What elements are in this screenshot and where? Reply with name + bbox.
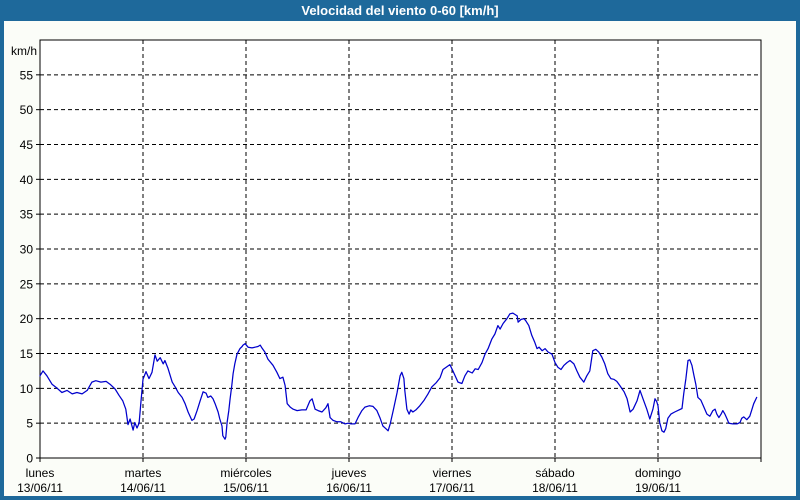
day-name-label: lunes xyxy=(26,466,55,480)
day-date-label: 19/06/11 xyxy=(635,481,681,495)
day-name-label: domingo xyxy=(635,466,681,480)
day-date-label: 15/06/11 xyxy=(223,481,269,495)
y-tick-label: 0 xyxy=(26,452,33,466)
y-tick-label: 15 xyxy=(20,347,34,361)
day-name-label: viernes xyxy=(433,466,472,480)
day-name-label: jueves xyxy=(331,466,367,480)
day-date-label: 13/06/11 xyxy=(17,481,63,495)
day-date-label: 14/06/11 xyxy=(120,481,166,495)
y-tick-label: 25 xyxy=(20,277,34,291)
day-date-label: 17/06/11 xyxy=(429,481,475,495)
wind-speed-widget: { "header": { "title": "Velocidad del vi… xyxy=(0,0,800,500)
day-name-label: martes xyxy=(125,466,162,480)
y-axis-unit-label: km/h xyxy=(11,44,37,58)
y-tick-label: 20 xyxy=(20,312,34,326)
y-tick-label: 5 xyxy=(26,417,33,431)
wind-speed-chart: 0 5 10 15 20 25 30 35 40 45 50 55 lunes13/06/11 marte… xyxy=(0,0,800,500)
day-date-label: 16/06/11 xyxy=(326,481,372,495)
y-tick-label: 10 xyxy=(20,382,34,396)
y-tick-label: 55 xyxy=(20,68,34,82)
day-name-label: sábado xyxy=(535,466,575,480)
y-tick-label: 50 xyxy=(20,103,34,117)
y-tick-label: 30 xyxy=(20,243,34,257)
day-date-label: 18/06/11 xyxy=(532,481,578,495)
y-tick-label: 35 xyxy=(20,208,34,222)
y-tick-label: 45 xyxy=(20,138,34,152)
day-name-label: miércoles xyxy=(220,466,271,480)
y-tick-label: 40 xyxy=(20,173,34,187)
